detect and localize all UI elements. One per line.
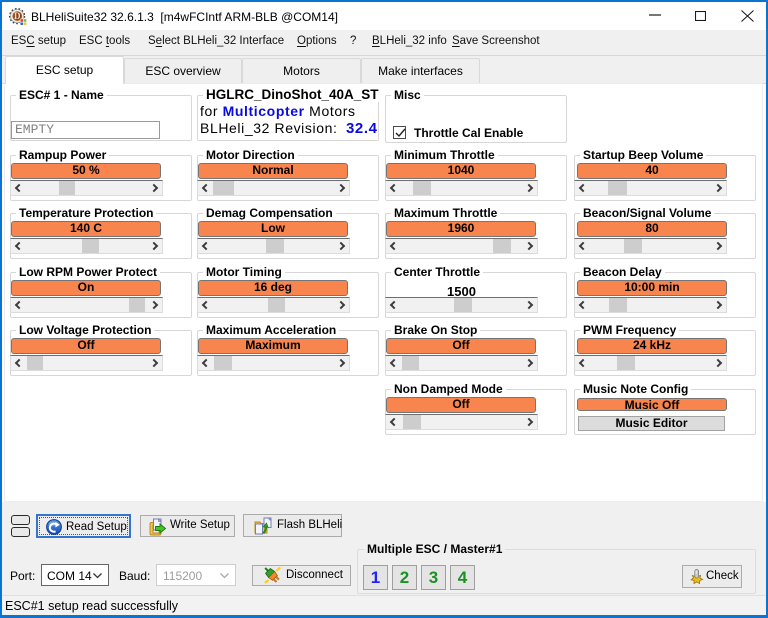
svg-text:D: D xyxy=(14,11,21,21)
